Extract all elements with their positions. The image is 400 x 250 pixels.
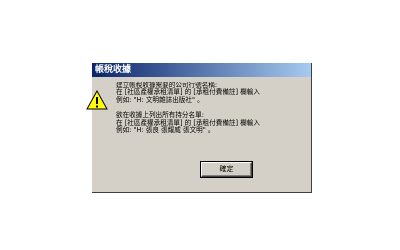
- dialog-message: 建立帳稅收據需要的公司行號名稱: 在 [社區產權承租清單] 的 [承租付費備註]…: [116, 82, 311, 134]
- ok-button[interactable]: 確定: [201, 162, 252, 177]
- message-dialog: 帳稅收據 建立帳稅收據需要的公司行號名稱: 在 [社區產權承租清單] 的 [承租…: [86, 63, 312, 193]
- message-line: 例如: "H: 張良 張耀威 張文明" 。: [116, 126, 215, 135]
- message-line: 例如: "H: 文明雜誌出版社" 。: [116, 95, 204, 104]
- dialog-title[interactable]: 帳稅收據: [92, 63, 311, 77]
- warning-icon: [86, 90, 108, 110]
